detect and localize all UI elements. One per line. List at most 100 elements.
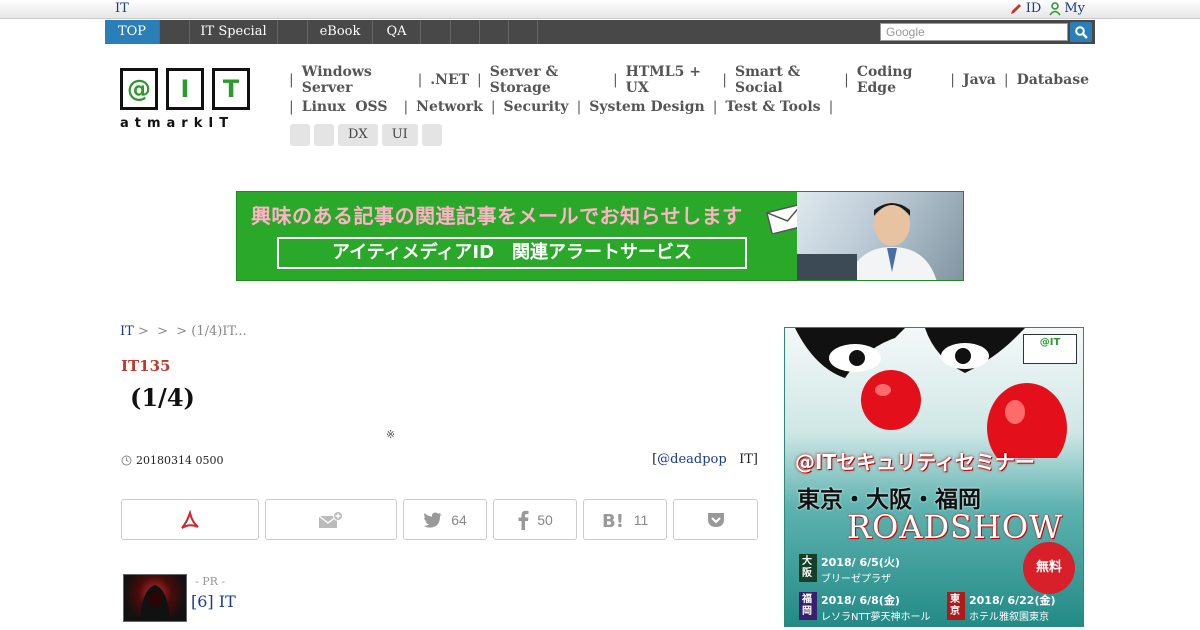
ad-roadshow: ROADSHOW [847, 508, 1064, 546]
author-byline: [@deadpop IT] [652, 452, 758, 467]
id-link[interactable]: ID [1009, 0, 1042, 17]
hatena-icon: B! [602, 511, 624, 529]
search-icon [1074, 25, 1088, 39]
tab-ebook[interactable]: eBook [308, 20, 373, 44]
pocket-icon [707, 512, 724, 527]
ad-event-date: 2018/ 6/5(火) [821, 556, 900, 569]
banner-service-name: アイティメディアID 関連アラートサービス [277, 237, 747, 269]
breadcrumb: IT > > > (1/4)IT... [120, 324, 247, 339]
ad-event-date: 2018/ 6/22(金) [969, 594, 1056, 607]
pr-thumbnail[interactable] [123, 574, 187, 622]
mail-add-icon [318, 510, 343, 528]
user-icon [1049, 1, 1061, 15]
tab-qa[interactable]: QA [373, 20, 421, 44]
cat-smart-social[interactable]: Smart & Social [735, 64, 836, 96]
tag-2[interactable] [314, 124, 334, 146]
cat-dotnet[interactable]: .NET [430, 72, 469, 88]
banner-headline: 興味のある記事の関連記事をメールでお知らせします [251, 204, 743, 228]
twitter-icon [423, 512, 443, 528]
ad-title: @ITセキュリティセミナー [795, 450, 1035, 474]
id-link-label: ID [1025, 1, 1042, 16]
tag-dx[interactable]: DX [338, 124, 378, 146]
logo-text: atmarkIT [120, 116, 235, 131]
category-row-2: | Linux OSS | Network | Security | Syste… [289, 98, 834, 115]
tab-it-special[interactable]: IT Special [190, 20, 278, 44]
tag-ui[interactable]: UI [381, 124, 418, 146]
top-utility-bar: IT ID My [0, 0, 1200, 19]
ad-logo: @IT [1023, 334, 1077, 364]
cat-coding-edge[interactable]: Coding Edge [857, 64, 942, 96]
my-link[interactable]: My [1049, 0, 1085, 17]
ad-event-fukuoka: 福岡 2018/ 6/8(金) レソラNTT夢天神ホール [799, 592, 931, 623]
breadcrumb-home[interactable]: IT [120, 324, 134, 339]
seminar-ad[interactable]: @IT @ITセキュリティセミナー 東京・大阪・福岡 ROADSHOW 無料 大… [784, 327, 1084, 627]
user-links: ID My [1009, 0, 1085, 17]
cat-html5-ux[interactable]: HTML5 + UX [626, 64, 715, 96]
pr-title-link[interactable]: [6] IT [191, 592, 236, 611]
tab-blank-1[interactable] [160, 20, 190, 44]
search-input[interactable]: Google [880, 23, 1068, 41]
article-note: ※ [386, 428, 396, 441]
ad-event-date: 2018/ 6/8(金) [821, 594, 900, 607]
cat-database[interactable]: Database [1017, 72, 1089, 88]
site-logo[interactable]: @ I T atmarkIT [120, 68, 250, 132]
hatena-count: 11 [633, 511, 649, 528]
clock-icon [121, 455, 132, 466]
ad-event-city: 大阪 [799, 554, 817, 582]
ad-event-city: 東京 [947, 592, 965, 620]
category-row-1: | Windows Server | .NET | Server & Stora… [289, 63, 1089, 96]
tab-blank-6[interactable] [509, 20, 538, 44]
tab-blank-3[interactable] [421, 20, 451, 44]
tag-5[interactable] [421, 124, 442, 146]
pdf-button[interactable] [121, 499, 259, 540]
logo-box-i: I [166, 68, 204, 110]
site-home-link[interactable]: IT [115, 0, 129, 17]
cat-security[interactable]: Security [504, 99, 569, 115]
publish-date: 20180314 0500 [121, 454, 223, 467]
facebook-share-button[interactable]: 50 [493, 499, 577, 540]
twitter-count: 64 [451, 511, 467, 528]
cat-java[interactable]: Java [963, 72, 996, 88]
series-label[interactable]: IT135 [121, 357, 171, 375]
tab-blank-5[interactable] [480, 20, 509, 44]
svg-text:B!: B! [602, 511, 624, 529]
tab-top[interactable]: TOP [105, 20, 160, 44]
pocket-button[interactable] [673, 499, 758, 540]
search-button[interactable] [1070, 22, 1092, 42]
alert-service-banner[interactable]: 興味のある記事の関連記事をメールでお知らせします アイティメディアID 関連アラ… [236, 191, 964, 281]
ad-event-city: 福岡 [799, 592, 817, 620]
publish-date-text: 20180314 0500 [136, 454, 224, 467]
tab-blank-2[interactable] [278, 20, 308, 44]
ad-event-venue: ブリーゼプラザ [821, 574, 891, 585]
cat-network[interactable]: Network [416, 99, 483, 115]
logo-box-t: T [212, 68, 250, 110]
cat-windows-server[interactable]: Windows Server [302, 64, 410, 96]
ad-free-badge: 無料 [1023, 542, 1075, 594]
pencil-icon [1010, 3, 1021, 14]
my-link-label: My [1064, 1, 1085, 16]
cat-system-design[interactable]: System Design [589, 99, 704, 115]
hooded-figure-image [140, 585, 170, 621]
cat-server-storage[interactable]: Server & Storage [490, 64, 605, 96]
pdf-icon [181, 509, 199, 529]
mail-button[interactable] [265, 499, 397, 540]
hatena-bookmark-button[interactable]: B! 11 [583, 499, 667, 540]
ad-event-tokyo: 東京 2018/ 6/22(金) ホテル雅叙園東京 [947, 592, 1056, 623]
author-link[interactable]: @deadpop [657, 452, 727, 467]
cat-linux-oss[interactable]: Linux OSS [302, 99, 388, 115]
breadcrumb-rest: > > > (1/4)IT... [133, 324, 247, 339]
facebook-count: 50 [537, 511, 553, 528]
ad-event-venue: レソラNTT夢天神ホール [821, 612, 931, 623]
tag-row: DX UI [290, 124, 442, 146]
businessman-image [797, 202, 937, 280]
tag-1[interactable] [290, 124, 310, 146]
pr-label: - PR - [195, 575, 226, 588]
category-nav: | Windows Server | .NET | Server & Stora… [289, 63, 1089, 120]
global-nav: TOP IT Special eBook QA Google [105, 20, 1095, 44]
facebook-icon [518, 510, 529, 530]
ad-event-osaka: 大阪 2018/ 6/5(火) ブリーゼプラザ [799, 554, 900, 585]
cat-test-tools[interactable]: Test & Tools [725, 99, 820, 115]
logo-box-at: @ [120, 68, 158, 110]
twitter-share-button[interactable]: 64 [403, 499, 487, 540]
tab-blank-4[interactable] [451, 20, 480, 44]
